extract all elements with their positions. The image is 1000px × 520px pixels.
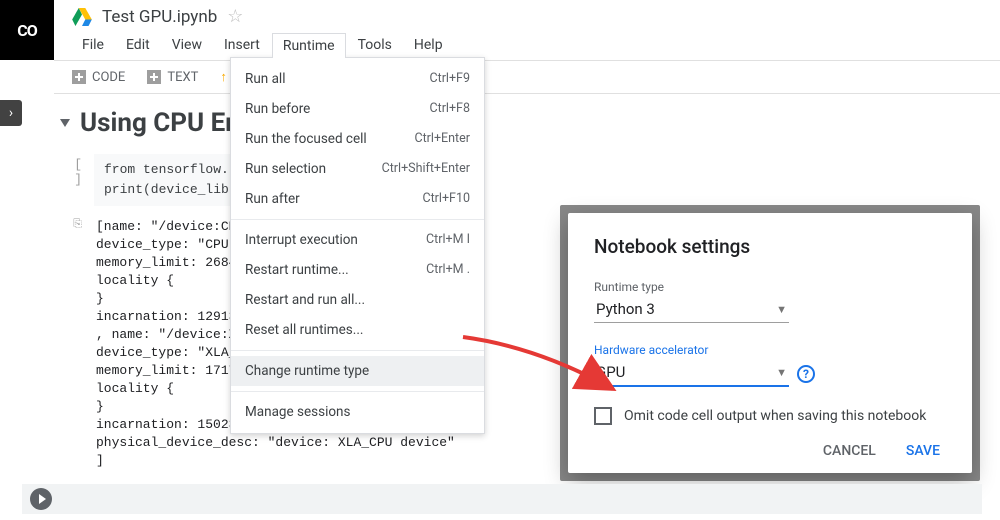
- sidebar-toggle[interactable]: ›: [0, 100, 22, 126]
- runtime-menu-dropdown: Run allCtrl+F9Run beforeCtrl+F8Run the f…: [230, 57, 485, 434]
- menuitem-run-all[interactable]: Run allCtrl+F9: [231, 64, 484, 94]
- save-button[interactable]: SAVE: [906, 443, 940, 459]
- chevron-down-icon: ▼: [776, 303, 787, 316]
- menuitem-run-the-focused-cell[interactable]: Run the focused cellCtrl+Enter: [231, 124, 484, 154]
- cell-output-icon: ⎘: [60, 216, 82, 470]
- menu-view[interactable]: View: [162, 33, 212, 58]
- omit-output-label: Omit code cell output when saving this n…: [624, 408, 926, 424]
- bottom-bar: [22, 484, 982, 514]
- menuitem-change-runtime-type[interactable]: Change runtime type: [231, 356, 484, 386]
- menu-insert[interactable]: Insert: [214, 33, 270, 58]
- menu-tools[interactable]: Tools: [348, 33, 402, 58]
- accelerator-select[interactable]: GPU▼: [594, 361, 789, 387]
- chevron-down-icon: ▼: [776, 366, 787, 379]
- menuitem-run-after[interactable]: Run afterCtrl+F10: [231, 184, 484, 214]
- menuitem-run-before[interactable]: Run beforeCtrl+F8: [231, 94, 484, 124]
- help-icon[interactable]: ?: [797, 365, 815, 383]
- menuitem-run-selection[interactable]: Run selectionCtrl+Shift+Enter: [231, 154, 484, 184]
- menu-file[interactable]: File: [72, 33, 114, 58]
- dialog-backdrop: Notebook settings Runtime type Python 3▼…: [560, 205, 980, 481]
- drive-icon: [72, 8, 92, 26]
- play-icon[interactable]: [30, 488, 52, 510]
- omit-output-checkbox[interactable]: [594, 407, 612, 425]
- star-icon[interactable]: ☆: [227, 6, 243, 27]
- add-text-button[interactable]: TEXT: [137, 68, 208, 87]
- notebook-filename[interactable]: Test GPU.ipynb: [102, 7, 217, 27]
- add-code-button[interactable]: CODE: [62, 68, 135, 87]
- cell-execute-icon[interactable]: [ ]: [60, 154, 82, 206]
- colab-logo: CO: [0, 0, 54, 60]
- menu-edit[interactable]: Edit: [116, 33, 160, 58]
- menubar: FileEditViewInsertRuntimeToolsHelp: [72, 33, 453, 58]
- collapse-icon[interactable]: [60, 119, 70, 127]
- runtime-type-select[interactable]: Python 3▼: [594, 298, 789, 323]
- menuitem-reset-all-runtimes[interactable]: Reset all runtimes...: [231, 315, 484, 345]
- menuitem-restart-runtime[interactable]: Restart runtime...Ctrl+M .: [231, 255, 484, 285]
- section-heading: Using CPU En: [80, 108, 240, 138]
- dialog-title: Notebook settings: [594, 235, 946, 258]
- menuitem-restart-and-run-all[interactable]: Restart and run all...: [231, 285, 484, 315]
- accelerator-label: Hardware accelerator: [594, 343, 946, 357]
- menu-runtime[interactable]: Runtime: [272, 33, 346, 58]
- runtime-type-label: Runtime type: [594, 280, 946, 294]
- menu-help[interactable]: Help: [404, 33, 453, 58]
- menuitem-interrupt-execution[interactable]: Interrupt executionCtrl+M I: [231, 225, 484, 255]
- notebook-settings-dialog: Notebook settings Runtime type Python 3▼…: [568, 213, 972, 473]
- menuitem-manage-sessions[interactable]: Manage sessions: [231, 397, 484, 427]
- toolbar: CODE TEXT ↑: [54, 60, 1000, 94]
- cancel-button[interactable]: CANCEL: [823, 443, 876, 459]
